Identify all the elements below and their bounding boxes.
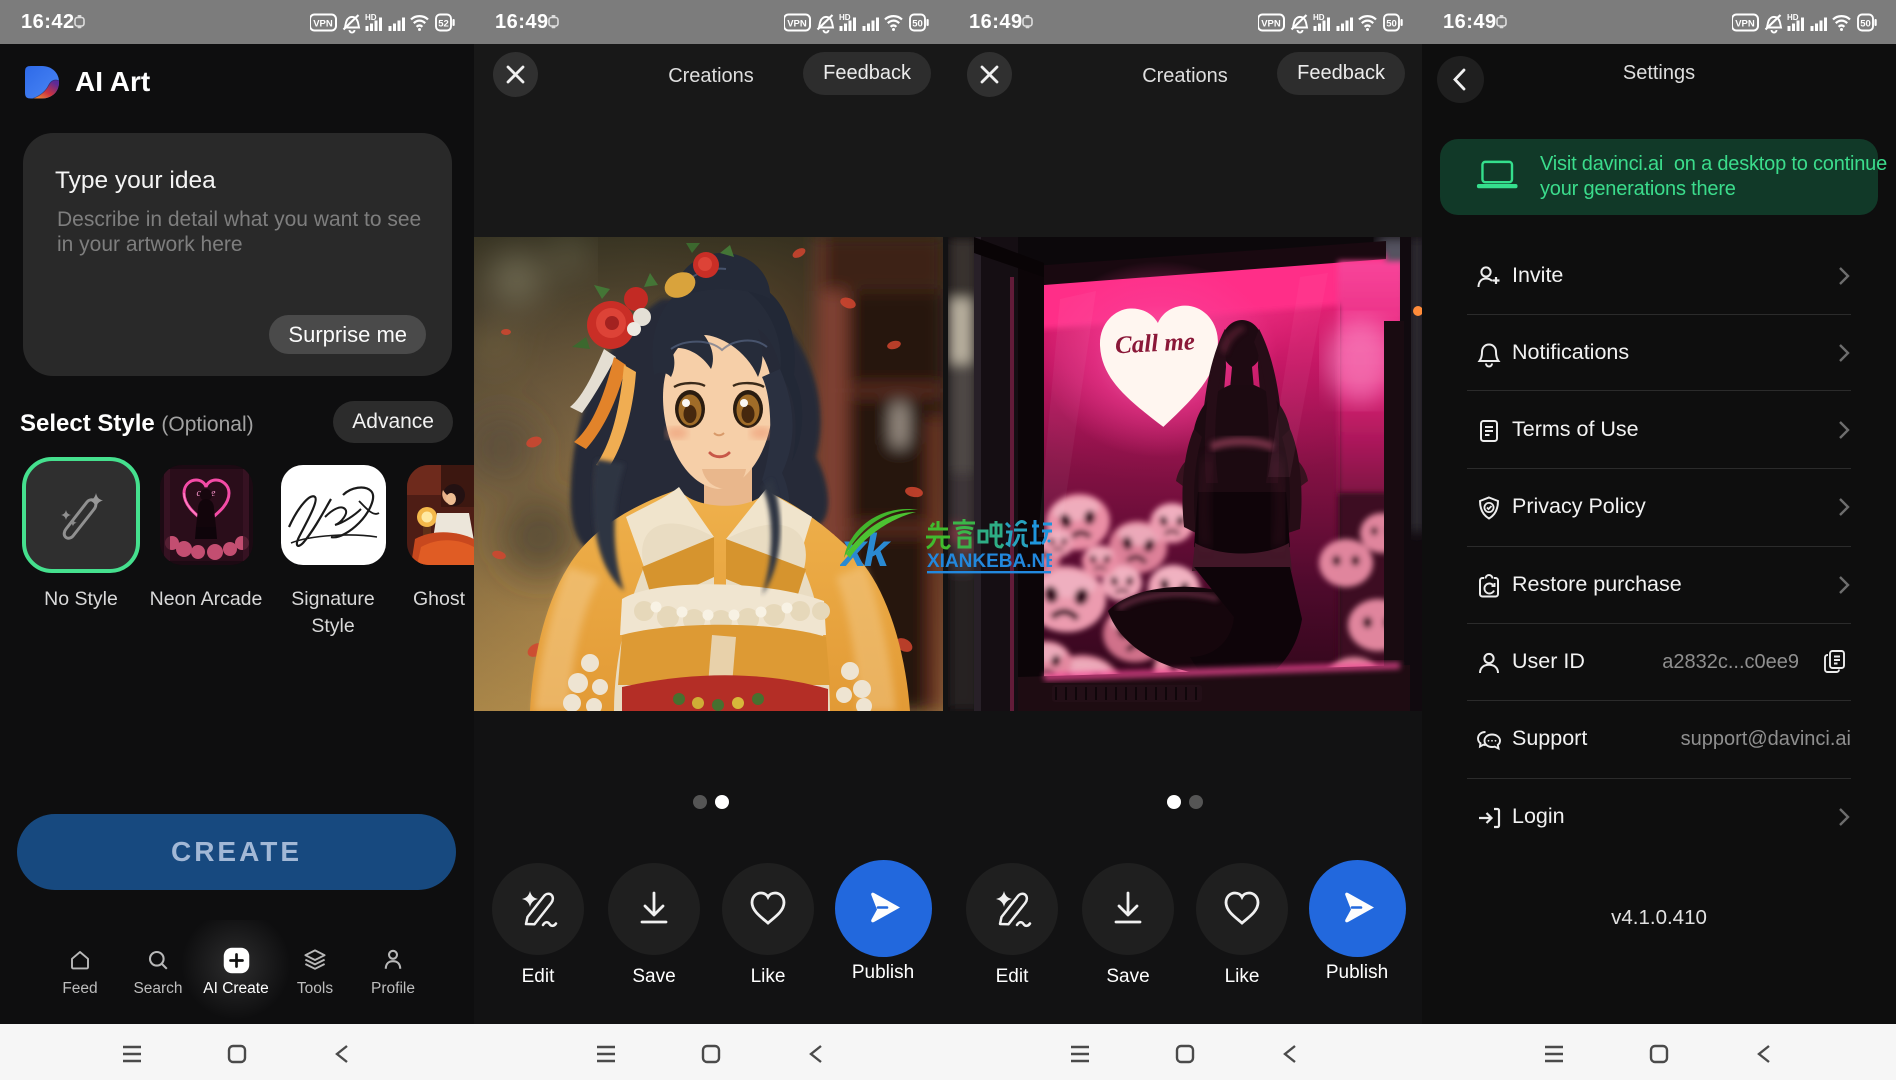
svg-text:XIANKEBA.NET: XIANKEBA.NET	[927, 551, 1052, 572]
svg-text:Call me: Call me	[1114, 328, 1195, 359]
